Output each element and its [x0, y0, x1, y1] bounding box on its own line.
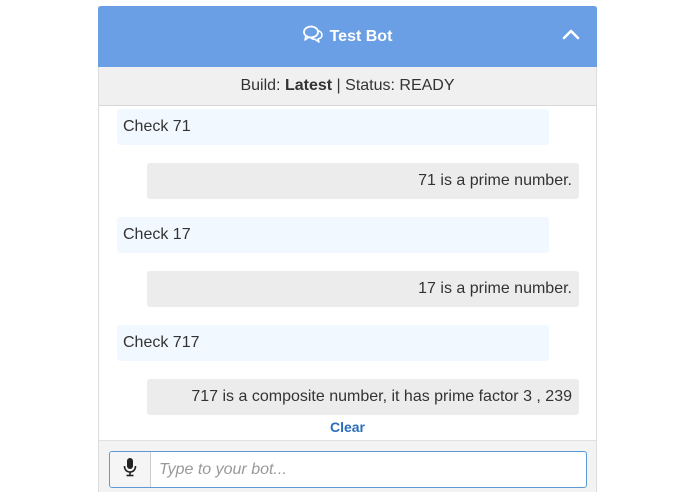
build-label: Build:	[240, 77, 281, 94]
status-text: Status: READY	[345, 77, 455, 94]
user-message: Check 17	[117, 217, 549, 253]
chevron-up-icon	[562, 27, 580, 45]
bot-message: 71 is a prime number.	[147, 163, 579, 199]
bot-test-panel: Test Bot Build: Latest | Status: READY C…	[98, 6, 597, 492]
bot-message: 717 is a composite number, it has prime …	[147, 379, 579, 415]
collapse-button[interactable]	[557, 22, 585, 50]
clear-button[interactable]: Clear	[99, 419, 596, 435]
build-value: Latest	[284, 77, 333, 94]
user-message: Check 717	[117, 325, 549, 361]
user-message: Check 71	[117, 109, 549, 145]
message-input[interactable]	[151, 452, 586, 487]
message-list[interactable]: Check 71 71 is a prime number. Check 17 …	[99, 106, 596, 436]
chat-bubbles-icon	[302, 25, 323, 48]
panel-header[interactable]: Test Bot	[98, 6, 597, 67]
input-bar	[99, 440, 596, 492]
status-bar: Build: Latest | Status: READY	[99, 67, 596, 106]
microphone-icon	[123, 457, 137, 482]
microphone-button[interactable]	[110, 452, 151, 487]
bot-message: 17 is a prime number.	[147, 271, 579, 307]
header-title: Test Bot	[329, 27, 393, 45]
input-group	[109, 451, 587, 488]
status-separator: |	[336, 77, 341, 94]
